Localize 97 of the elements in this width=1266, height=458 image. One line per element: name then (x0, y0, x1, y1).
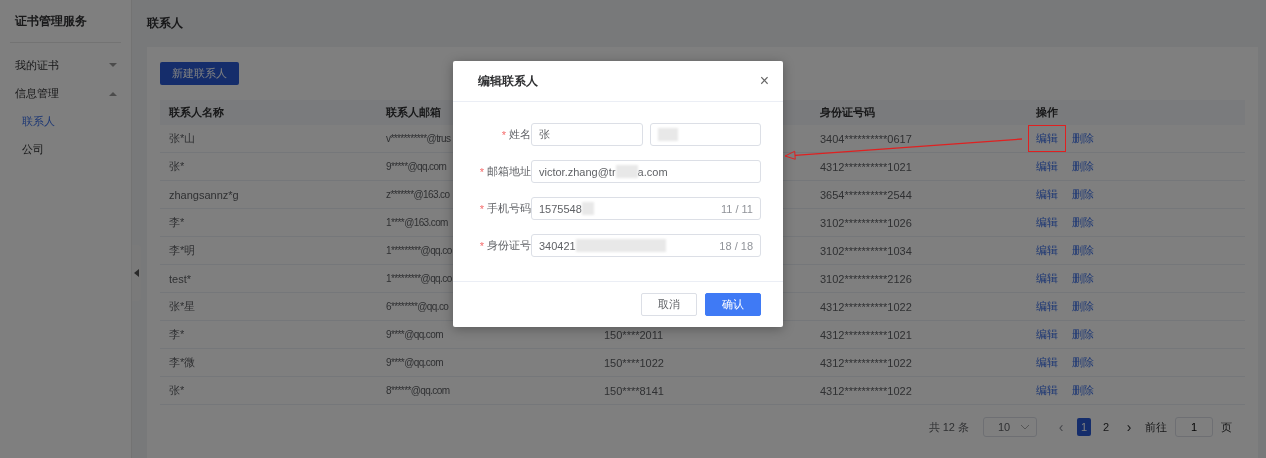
input-field[interactable]: 340421 18 / 18 (531, 234, 761, 257)
table-cell: z*******@163.co (386, 189, 450, 200)
table-cell: 9****@qq.com (386, 329, 443, 340)
field-label: 姓名 (509, 127, 531, 142)
delete-link[interactable]: 删除 (1072, 215, 1094, 230)
total-count: 共 12 条 (928, 419, 969, 435)
table-cell: 李* (169, 327, 185, 342)
page-button[interactable]: 1 (1077, 418, 1091, 436)
delete-link[interactable]: 删除 (1072, 187, 1094, 202)
input-field[interactable]: 张 (531, 123, 643, 146)
table-cell: 150****1022 (604, 356, 664, 369)
edit-link[interactable]: 编辑 (1036, 215, 1058, 230)
table-cell: 6********@qq.co (386, 301, 449, 312)
delete-link[interactable]: 删除 (1072, 243, 1094, 258)
table-cell: 李*微 (169, 355, 196, 370)
table-cell: 150****8141 (604, 384, 664, 397)
table-cell: 张* (169, 159, 185, 174)
page-button[interactable]: 2 (1099, 418, 1113, 436)
goto-label: 前往 (1145, 419, 1167, 435)
table-cell: 150****2011 (604, 328, 664, 341)
character-counter: 18 / 18 (719, 239, 753, 252)
page-title: 联系人 (147, 15, 183, 32)
required-mark: * (479, 202, 484, 215)
table-cell: 3102**********1026 (820, 216, 912, 229)
edit-link[interactable]: 编辑 (1036, 243, 1058, 258)
edit-link[interactable]: 编辑 (1036, 299, 1058, 314)
table-cell: 8******@qq.com (386, 385, 450, 396)
column-header: 操作 (1036, 105, 1058, 120)
delete-link[interactable]: 删除 (1072, 159, 1094, 174)
required-mark: * (501, 128, 506, 141)
dialog-title: 编辑联系人 (478, 72, 538, 90)
table-cell: 1****@163.com (386, 217, 448, 228)
menu-item[interactable]: 联系人 (0, 107, 131, 135)
page-input[interactable]: 1 (1175, 417, 1213, 437)
edit-link[interactable]: 编辑 (1036, 131, 1058, 146)
edit-link[interactable]: 编辑 (1036, 327, 1058, 342)
edit-link[interactable]: 编辑 (1036, 159, 1058, 174)
column-header: 联系人名称 (169, 105, 224, 120)
collapse-arrow-icon (134, 269, 139, 277)
table-cell: 4312**********1022 (820, 356, 912, 369)
page-suffix: 页 (1221, 419, 1232, 435)
table-cell: 9****@qq.com (386, 357, 443, 368)
cancel-button[interactable]: 取消 (641, 293, 697, 316)
table-cell: zhangsannz*g (169, 188, 239, 201)
character-counter: 11 / 11 (721, 202, 753, 215)
edit-link[interactable]: 编辑 (1036, 383, 1058, 398)
required-mark: * (479, 239, 484, 252)
column-header: 身份证号码 (820, 105, 875, 120)
previous-page-button[interactable]: ‹ (1053, 419, 1069, 435)
table-cell: 3102**********2126 (820, 272, 912, 285)
page-size-select[interactable]: 10 (983, 417, 1037, 437)
delete-link[interactable]: 删除 (1072, 299, 1094, 314)
table-cell: test* (169, 272, 191, 285)
next-page-button[interactable]: › (1121, 419, 1137, 435)
edit-link[interactable]: 编辑 (1036, 271, 1058, 286)
menu-item[interactable]: 我的证书 (0, 51, 131, 79)
table-cell: 张* (169, 383, 185, 398)
input-field[interactable]: 1575548 11 / 11 (531, 197, 761, 220)
delete-link[interactable]: 删除 (1072, 383, 1094, 398)
field-label: 邮箱地址 (487, 164, 531, 179)
close-button[interactable]: × (757, 72, 771, 90)
table-cell: v***********@trus (386, 133, 451, 144)
table-cell: 张*星 (169, 299, 196, 314)
edit-link[interactable]: 编辑 (1036, 355, 1058, 370)
table-cell: 4312**********1022 (820, 300, 912, 313)
caret-icon (109, 90, 117, 96)
table-cell: 李* (169, 215, 185, 230)
chevron-down-icon (1020, 424, 1030, 430)
delete-link[interactable]: 删除 (1072, 131, 1094, 146)
delete-link[interactable]: 删除 (1072, 271, 1094, 286)
confirm-button[interactable]: 确认 (705, 293, 761, 316)
table-cell: 3404**********0617 (820, 132, 912, 145)
table-cell: 4312**********1021 (820, 328, 912, 341)
table-cell: 1*********@qq.co (386, 273, 452, 284)
app-title: 证书管理服务 (14, 13, 88, 30)
table-cell: 4312**********1022 (820, 384, 912, 397)
table-cell: 4312**********1021 (820, 160, 912, 173)
table-cell: 3102**********1034 (820, 244, 912, 257)
input-field[interactable]: victor.zhang@tr a.com (531, 160, 761, 183)
table-cell: 张*山 (169, 131, 196, 146)
edit-link[interactable]: 编辑 (1036, 187, 1058, 202)
highlight-frame (1028, 125, 1066, 152)
table-cell: 1*********@qq.co (386, 245, 452, 256)
field-label: 手机号码 (487, 201, 531, 216)
column-header: 联系人邮箱 (386, 105, 441, 120)
menu-item[interactable]: 信息管理 (0, 79, 131, 107)
table-cell: 3654**********2544 (820, 188, 912, 201)
required-mark: * (479, 165, 484, 178)
caret-icon (109, 62, 117, 68)
table-cell: 9*****@qq.com (386, 161, 447, 172)
new-contact-button[interactable]: 新建联系人 (160, 62, 239, 85)
menu-item[interactable]: 公司 (0, 135, 131, 163)
delete-link[interactable]: 删除 (1072, 327, 1094, 342)
delete-link[interactable]: 删除 (1072, 355, 1094, 370)
field-label: 身份证号 (487, 238, 531, 253)
table-cell: 李*明 (169, 243, 196, 258)
input-field[interactable] (649, 123, 761, 146)
